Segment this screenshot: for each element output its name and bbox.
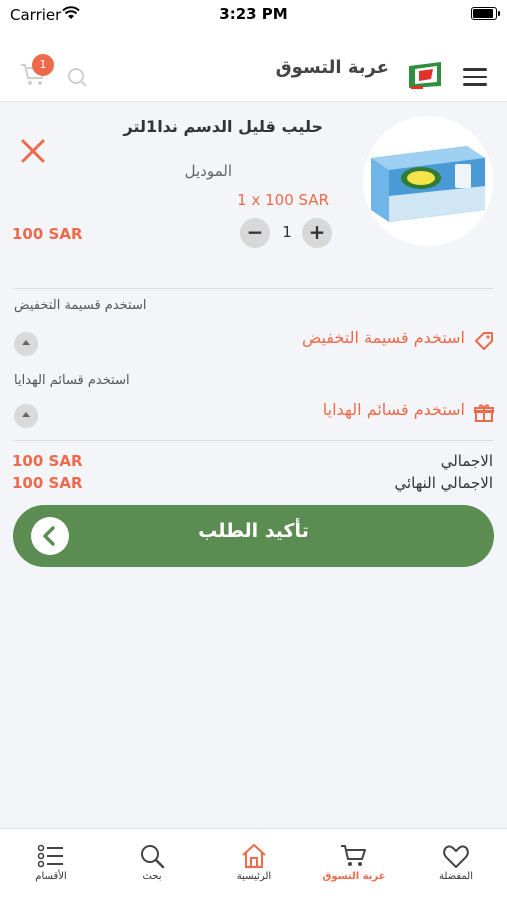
gift-action[interactable]: استخدم قسائم الهدايا <box>323 400 465 419</box>
gift-collapse-button[interactable] <box>14 404 38 428</box>
total-label: الاجمالي <box>440 452 493 470</box>
tab-categories[interactable]: الأقسام <box>6 835 96 895</box>
heart-icon <box>443 845 469 868</box>
remove-item-icon[interactable] <box>20 138 46 164</box>
tab-search[interactable]: بحث <box>107 835 197 895</box>
tab-label: المفضلة <box>438 871 473 882</box>
status-bar: Carrier 3:23 PM <box>0 0 507 30</box>
tab-favorites[interactable]: المفضلة <box>411 835 501 895</box>
unit-price: 1 x 100 SAR <box>237 191 329 209</box>
categories-icon <box>37 844 63 868</box>
tab-label: عربة التسوق <box>322 871 386 882</box>
total-value: 100 SAR <box>12 452 83 470</box>
menu-icon[interactable] <box>463 68 487 86</box>
coupon-action[interactable]: استخدم قسيمة التخفيض <box>302 328 465 347</box>
header: 1 عربة التسوق <box>0 30 507 102</box>
confirm-order-label: تأكيد الطلب <box>198 520 309 542</box>
cart-icon <box>341 845 366 866</box>
divider <box>14 440 493 441</box>
search-icon[interactable] <box>66 66 88 88</box>
clock: 3:23 PM <box>219 5 288 23</box>
page-title: عربة التسوق <box>275 57 389 78</box>
menu-line <box>463 68 487 71</box>
tab-home[interactable]: الرئيسية <box>209 835 299 895</box>
increase-button[interactable]: + <box>302 218 332 248</box>
final-total-label: الاجمالي النهائي <box>394 474 493 492</box>
brand-logo <box>409 62 441 89</box>
product-image <box>363 116 493 246</box>
gift-label: استخدم قسائم الهدايا <box>14 373 130 388</box>
decrease-button[interactable]: − <box>240 218 270 248</box>
menu-line <box>463 75 487 78</box>
tab-label: بحث <box>142 871 162 882</box>
quantity-stepper: − 1 + <box>238 218 338 250</box>
tab-cart[interactable]: عربة التسوق <box>309 835 399 895</box>
home-icon <box>242 844 266 868</box>
product-model: الموديل <box>184 162 232 180</box>
divider <box>14 288 493 289</box>
tab-label: الرئيسية <box>236 871 272 882</box>
confirm-order-button[interactable]: تأكيد الطلب <box>13 505 494 567</box>
cart-badge: 1 <box>32 54 54 76</box>
coupon-collapse-button[interactable] <box>14 332 38 356</box>
gift-icon <box>474 404 494 422</box>
tab-bar: المفضلة عربة التسوق الرئيسية بحث الأقسام <box>0 828 507 900</box>
coupon-label: استخدم قسيمة التخفيض <box>14 298 147 313</box>
item-total: 100 SAR <box>12 225 83 243</box>
tag-icon <box>475 332 493 350</box>
product-name: حليب قليل الدسم ندا1لتر <box>123 117 323 136</box>
menu-line <box>463 83 487 86</box>
battery-icon <box>471 7 500 20</box>
quantity-value: 1 <box>282 223 292 241</box>
battery-level <box>473 9 493 18</box>
search-icon <box>141 845 165 869</box>
tab-label: الأقسام <box>35 871 67 882</box>
final-total-value: 100 SAR <box>12 474 83 492</box>
